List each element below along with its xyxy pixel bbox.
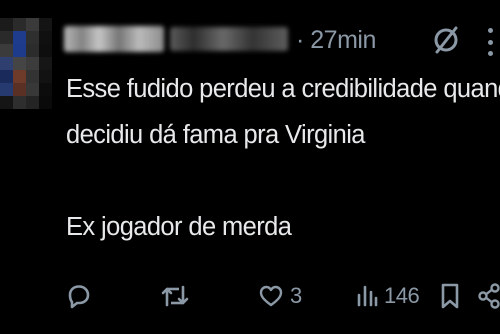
- views-chart-icon: [357, 285, 378, 307]
- post-text-line: decidiu dá fama pra Virginia: [66, 121, 365, 149]
- share-icon: [478, 283, 500, 309]
- like-button[interactable]: 3: [258, 276, 302, 316]
- share-button[interactable]: [478, 276, 500, 316]
- views-button[interactable]: 146: [356, 276, 420, 316]
- blurred-display-name[interactable]: [64, 26, 164, 52]
- post-text-line: Ex jogador de merda: [66, 213, 292, 241]
- grok-icon[interactable]: [432, 26, 460, 54]
- bookmark-icon: [441, 283, 459, 309]
- reply-button[interactable]: [66, 276, 92, 316]
- post-text: Esse fudido perdeu a credibilidade quand…: [66, 66, 500, 250]
- more-options-icon[interactable]: [484, 28, 496, 56]
- repost-button[interactable]: [160, 276, 190, 316]
- avatar[interactable]: [0, 18, 52, 118]
- post-text-line: Esse fudido perdeu a credibilidade quand…: [66, 75, 500, 103]
- view-count: 146: [384, 283, 420, 308]
- blurred-username[interactable]: [170, 27, 288, 51]
- repost-icon: [161, 285, 189, 307]
- reply-post: · 27min Esse fudido perdeu a credibilida…: [0, 0, 500, 334]
- post-timestamp[interactable]: · 27min: [296, 26, 376, 55]
- reply-icon: [68, 285, 90, 309]
- bookmark-button[interactable]: [440, 276, 460, 316]
- action-bar: 3 146: [0, 276, 500, 316]
- heart-icon: [259, 285, 283, 307]
- like-count: 3: [290, 283, 302, 308]
